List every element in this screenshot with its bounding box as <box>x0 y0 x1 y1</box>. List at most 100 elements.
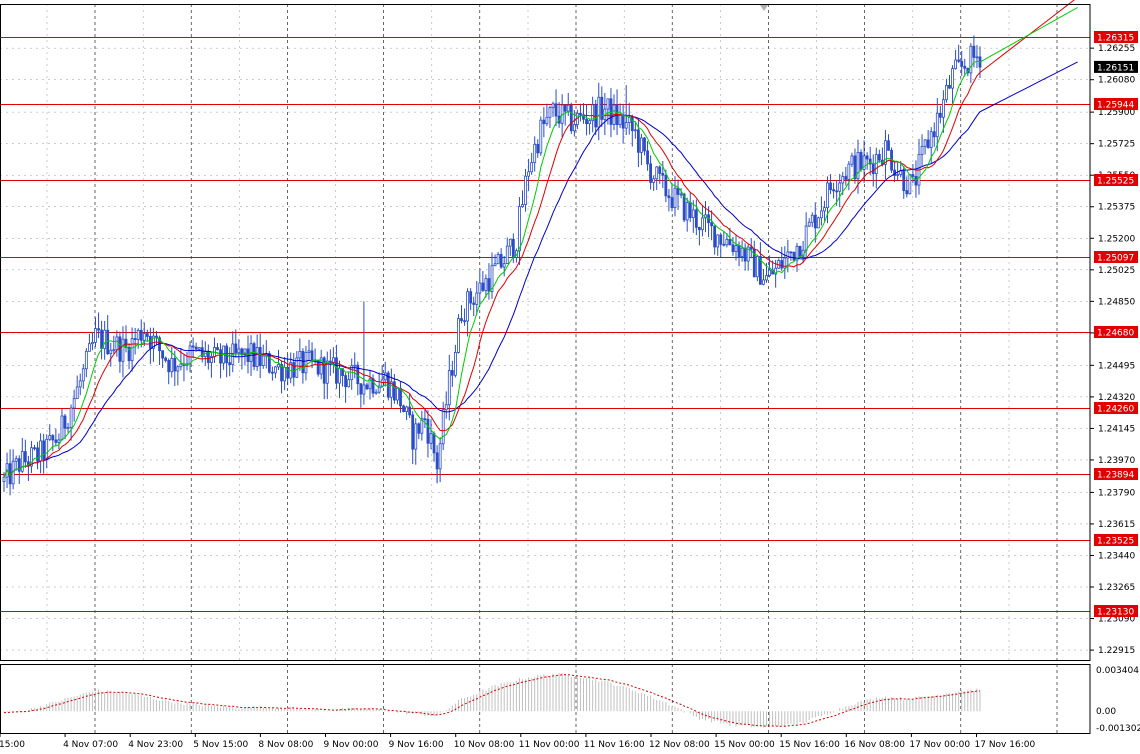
candle-body <box>39 440 42 462</box>
candle-body <box>731 244 735 253</box>
candle-body <box>2 476 6 482</box>
candle-body <box>844 176 848 180</box>
candle-body <box>926 139 930 148</box>
candle-body <box>130 338 134 362</box>
candle-body <box>219 349 222 364</box>
candle-body <box>435 452 439 470</box>
candle-body <box>713 225 717 248</box>
candle-body <box>884 140 887 165</box>
candle-body <box>496 254 500 265</box>
x-tick-label: 5 Nov 15:00 <box>193 740 248 750</box>
candle-body <box>804 225 808 251</box>
y-tick-label: 1.24320 <box>1098 393 1135 403</box>
candle-body <box>856 152 860 180</box>
candle-body <box>545 116 549 125</box>
level-tag-label: 1.25097 <box>1097 254 1134 264</box>
candle-body <box>566 104 570 112</box>
candle-body <box>42 440 46 460</box>
candle-body <box>780 260 784 269</box>
candle-body <box>405 406 409 412</box>
candle-body <box>136 329 140 340</box>
x-tick-label: 4 Nov 23:00 <box>128 740 183 750</box>
candle-body <box>658 166 662 174</box>
candle-body <box>310 350 314 361</box>
candle-body <box>450 370 454 376</box>
candle-body <box>237 348 241 354</box>
candle-body <box>710 222 713 227</box>
candle-body <box>283 366 287 382</box>
candle-body <box>438 443 442 470</box>
level-tag-label: 1.25944 <box>1097 101 1134 111</box>
candle-body <box>688 202 692 218</box>
candle-body <box>905 190 909 195</box>
candle-body <box>36 447 39 462</box>
candle-body <box>957 59 961 62</box>
candle-body <box>307 350 311 353</box>
x-tick-label: 11 Nov 00:00 <box>519 740 580 750</box>
candle-body <box>521 204 524 207</box>
candle-body <box>328 360 332 363</box>
candle-body <box>78 380 82 388</box>
candle-body <box>698 226 701 231</box>
candle-body <box>594 104 598 128</box>
candle-body <box>411 414 415 450</box>
candle-body <box>637 129 640 153</box>
candle-body <box>270 371 274 374</box>
candle-body <box>591 104 595 122</box>
candle-body <box>929 131 933 148</box>
candle-body <box>527 171 530 177</box>
candle-body <box>97 328 100 331</box>
y-tick-label: 1.25375 <box>1098 203 1135 213</box>
candle-body <box>887 140 890 151</box>
candle-body <box>344 375 348 388</box>
candle-body <box>469 291 473 304</box>
candle-body <box>563 104 567 112</box>
candle-body <box>816 217 820 229</box>
candle-body <box>902 170 906 192</box>
candle-body <box>188 345 192 365</box>
candle-body <box>685 202 689 221</box>
candle-body <box>945 84 948 101</box>
y-tick-label: 1.25725 <box>1098 140 1135 150</box>
x-tick-label: 8 Nov 08:00 <box>258 740 313 750</box>
y-tick-label: 1.24850 <box>1098 297 1135 307</box>
candle-body <box>621 114 625 129</box>
candle-body <box>579 112 582 116</box>
candle-body <box>588 120 591 125</box>
candle-body <box>298 350 302 359</box>
candle-body <box>402 405 405 412</box>
candle-body <box>33 447 36 450</box>
candle-body <box>216 347 219 351</box>
candle-body <box>142 333 146 341</box>
candle-body <box>606 98 610 110</box>
candle-body <box>508 238 512 247</box>
candle-body <box>643 137 646 152</box>
candle-body <box>69 407 73 429</box>
candle-body <box>139 329 143 341</box>
level-tag-label: 1.23130 <box>1097 608 1134 618</box>
candle-body <box>133 338 137 340</box>
candle-body <box>652 178 656 183</box>
candle-body <box>191 345 195 348</box>
y-tick-label: 1.25025 <box>1098 266 1135 276</box>
y-tick-label: 1.23615 <box>1098 520 1135 530</box>
candle-body <box>942 99 945 118</box>
candle-body <box>91 341 94 345</box>
y-tick-label: 1.26255 <box>1098 44 1135 54</box>
candle-body <box>798 245 802 257</box>
candle-body <box>179 363 183 368</box>
price-chart[interactable]: 1.262551.260801.259001.257251.255501.253… <box>0 0 1140 754</box>
candle-body <box>292 362 296 378</box>
x-tick-label: 12 Nov 08:00 <box>649 740 710 750</box>
candle-body <box>820 210 823 219</box>
candle-body <box>838 182 842 192</box>
candle-body <box>45 438 49 460</box>
candle-body <box>511 238 515 258</box>
candle-body <box>938 112 942 118</box>
candle-body <box>109 349 113 355</box>
x-tick-label: 4 Nov 07:00 <box>63 740 118 750</box>
y-tick-label: 1.24495 <box>1098 361 1135 371</box>
candle-body <box>81 368 85 382</box>
candle-body <box>475 292 479 305</box>
candle-body <box>121 338 125 362</box>
